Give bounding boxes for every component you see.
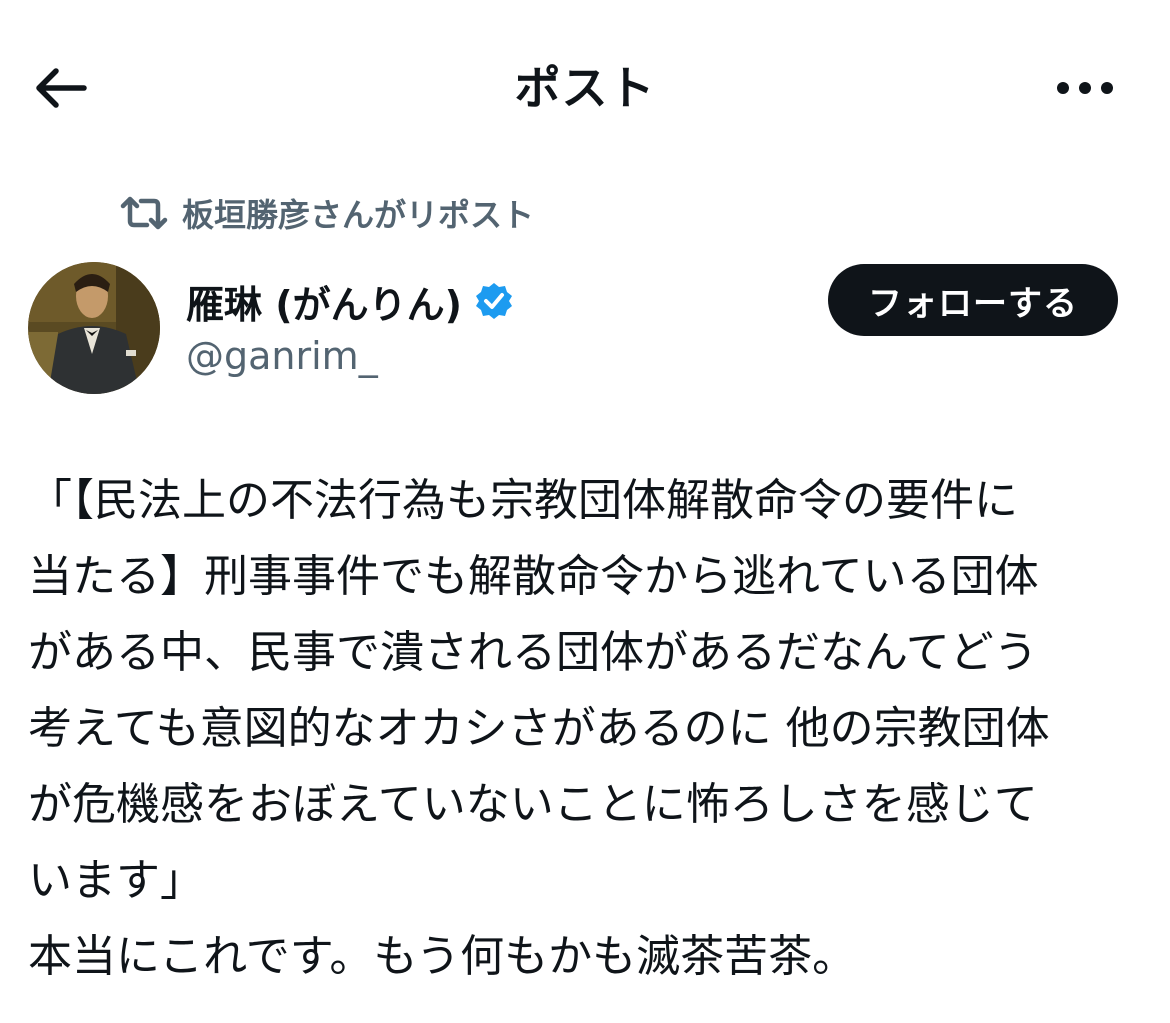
page-title: ポスト — [514, 61, 656, 115]
post-text: 「【民法上の不法行為も宗教団体解散命令の要件に 当たる】刑事事件でも解散命令から… — [28, 463, 1148, 995]
repost-icon — [120, 193, 168, 233]
follow-button[interactable]: フォローする — [828, 264, 1118, 336]
avatar[interactable] — [28, 262, 160, 394]
post-text-line: がある中、民事で潰される団体があるだなんてどう — [28, 627, 1038, 678]
author-name-row[interactable]: 雁琳 (がんりん) — [186, 274, 514, 328]
post-text-line: 本当にこれです。もう何もかも滅茶苦茶。 — [28, 931, 857, 982]
post-text-line: が危機感をおぼえていないことに怖ろしさを感じて — [28, 779, 1038, 830]
repost-indicator[interactable]: 板垣勝彦さんがリポスト — [120, 190, 534, 236]
post-text-line: 当たる】刑事事件でも解散命令から逃れている団体 — [28, 551, 1039, 602]
top-bar: ポスト — [0, 0, 1170, 175]
repost-text: 板垣勝彦さんがリポスト — [182, 196, 535, 234]
author-handle[interactable]: @ganrim_ — [186, 330, 378, 382]
verified-badge-icon — [475, 283, 512, 319]
more-button[interactable] — [1050, 58, 1120, 118]
post-text-line: 「【民法上の不法行為も宗教団体解散命令の要件に — [28, 475, 1018, 526]
author-display-name: 雁琳 (がんりん) — [186, 282, 462, 327]
post-text-line: います」 — [28, 855, 204, 906]
post-text-line: 考えても意図的なオカシさがあるのに 他の宗教団体 — [28, 703, 1050, 754]
more-horizontal-icon — [1057, 82, 1113, 94]
